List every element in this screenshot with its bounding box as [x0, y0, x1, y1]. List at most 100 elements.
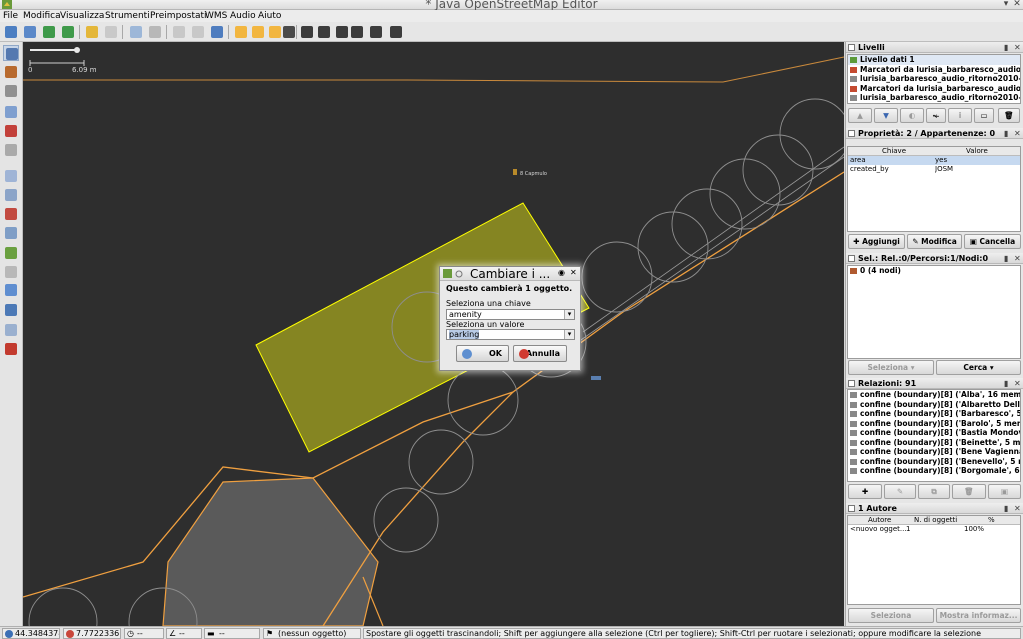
- delete-tool-icon[interactable]: [3, 123, 19, 139]
- save-icon[interactable]: [22, 24, 38, 40]
- layer-item[interactable]: Marcatori da lurisia_barbaresco_audio_ri: [848, 65, 1020, 75]
- upload-icon[interactable]: [60, 24, 76, 40]
- panel-detach-icon[interactable]: ▮: [1004, 503, 1008, 514]
- key-combo[interactable]: amenity ▾: [446, 309, 575, 320]
- menu-preimpostati[interactable]: Preimpostati: [150, 10, 207, 22]
- refresh-icon[interactable]: [209, 24, 225, 40]
- table-row[interactable]: created_by JOSM: [848, 165, 1020, 174]
- bus-icon[interactable]: [316, 24, 332, 40]
- menu-visualizza[interactable]: Visualizza: [60, 10, 104, 22]
- relations-toggle-icon[interactable]: [3, 341, 19, 357]
- table-row[interactable]: area yes: [848, 156, 1020, 165]
- preferences-icon[interactable]: [147, 24, 163, 40]
- layer-info-icon[interactable]: i: [948, 108, 972, 123]
- split-way-icon[interactable]: [171, 24, 187, 40]
- authors-toggle-icon[interactable]: [3, 302, 19, 318]
- list-item[interactable]: confine (boundary)[8] ('Barbaresco', 5 m: [848, 409, 1020, 419]
- bench-icon[interactable]: [368, 24, 384, 40]
- redo-icon[interactable]: [103, 24, 119, 40]
- layer-item[interactable]: lurisia_barbaresco_audio_ritorno2010-08: [848, 93, 1020, 103]
- move-down-icon[interactable]: ▼: [874, 108, 898, 123]
- search-button[interactable]: Cerca ▾: [936, 360, 1021, 375]
- download-icon[interactable]: [41, 24, 57, 40]
- panel-close-icon[interactable]: ✕: [1014, 42, 1021, 53]
- extrude-tool-icon[interactable]: [3, 142, 19, 158]
- list-item[interactable]: confine (boundary)[8] ('Bastia Mondovi',: [848, 428, 1020, 438]
- panel-close-icon[interactable]: ✕: [1014, 128, 1021, 139]
- panel-close-icon[interactable]: ✕: [1014, 503, 1021, 514]
- layer-item[interactable]: Marcatori da lurisia_barbaresco_audio_ri: [848, 84, 1020, 94]
- menu-strumenti[interactable]: Strumenti: [105, 10, 150, 22]
- list-item[interactable]: 0 (4 nodi): [848, 266, 1020, 276]
- select-tool-icon[interactable]: [3, 45, 19, 61]
- list-item[interactable]: confine (boundary)[8] ('Bene Vagienna',: [848, 447, 1020, 457]
- delete-button[interactable]: ▣ Cancella: [964, 234, 1021, 249]
- table-row[interactable]: <nuovo ogget... 1 100%: [848, 525, 1020, 534]
- panel-detach-icon[interactable]: ▮: [1004, 378, 1008, 389]
- panel-detach-icon[interactable]: ▮: [1004, 128, 1008, 139]
- conflict-toggle-icon[interactable]: [3, 245, 19, 261]
- layer-item[interactable]: lurisia_barbaresco_audio_ritorno2010-08: [848, 74, 1020, 84]
- add-button[interactable]: ✚ Aggiungi: [848, 234, 905, 249]
- bus-stop-icon[interactable]: [299, 24, 315, 40]
- chevron-down-icon[interactable]: ▾: [564, 330, 574, 339]
- layers-toggle-icon[interactable]: [3, 168, 19, 184]
- move-up-icon[interactable]: ▲: [848, 108, 872, 123]
- toggle-visibility-icon[interactable]: ◐: [900, 108, 924, 123]
- list-item[interactable]: confine (boundary)[8] ('Borgomale', 6 me: [848, 466, 1020, 476]
- edit-relation-icon[interactable]: ✎: [884, 484, 916, 499]
- properties-toggle-icon[interactable]: [3, 187, 19, 203]
- close-window-icon[interactable]: ✕: [1011, 0, 1023, 9]
- menu-wms[interactable]: WMS: [205, 10, 227, 22]
- menu-modifica[interactable]: Modifica: [23, 10, 61, 22]
- delete-relation-icon[interactable]: 🗑: [952, 484, 986, 499]
- list-item[interactable]: confine (boundary)[8] ('Alba', 16 membri: [848, 390, 1020, 400]
- list-item[interactable]: confine (boundary)[8] ('Benevello', 5 me: [848, 457, 1020, 467]
- merge-layer-icon[interactable]: ⤝: [926, 108, 946, 123]
- select-relation-icon[interactable]: ▣: [988, 484, 1021, 499]
- chevron-down-icon[interactable]: ▾: [564, 310, 574, 319]
- cancel-button[interactable]: Annulla: [513, 345, 567, 362]
- zoom-icon[interactable]: [128, 24, 144, 40]
- panel-minimize-icon[interactable]: [848, 380, 855, 387]
- selection-panel-title[interactable]: Sel.: Rel.:0/Percorsi:1/Nodi:0 ▮ ✕: [846, 253, 1023, 264]
- filter-toggle-icon[interactable]: [3, 322, 19, 338]
- commands-toggle-icon[interactable]: [3, 264, 19, 280]
- panel-minimize-icon[interactable]: [848, 44, 855, 51]
- ok-button[interactable]: OK: [456, 345, 509, 362]
- audio-back-icon[interactable]: [250, 24, 266, 40]
- panel-minimize-icon[interactable]: [848, 130, 855, 137]
- selection-toggle-icon[interactable]: [3, 206, 19, 222]
- edit-button[interactable]: ✎ Modifica: [907, 234, 962, 249]
- map-canvas[interactable]: 0 6.09 m 8 Capmulo: [23, 42, 844, 626]
- layer-item[interactable]: Livello dati 1: [848, 55, 1020, 65]
- list-item[interactable]: confine (boundary)[8] ('Barolo', 5 membr: [848, 419, 1020, 429]
- panel-detach-icon[interactable]: ▮: [1004, 253, 1008, 264]
- panel-close-icon[interactable]: ✕: [1014, 378, 1021, 389]
- menu-audio[interactable]: Audio: [230, 10, 256, 22]
- panel-close-icon[interactable]: ✕: [1014, 253, 1021, 264]
- menu-file[interactable]: File: [3, 10, 18, 22]
- properties-panel-title[interactable]: Proprietà: 2 / Appartenenze: 0 ▮ ✕: [846, 128, 1023, 139]
- building-icon[interactable]: [388, 24, 404, 40]
- undo-icon[interactable]: [84, 24, 100, 40]
- menu-aiuto[interactable]: Aiuto: [258, 10, 281, 22]
- audio-prev-icon[interactable]: [233, 24, 249, 40]
- layers-panel-title[interactable]: Livelli ▮ ✕: [846, 42, 1023, 53]
- value-combo[interactable]: parking ▾: [446, 329, 575, 340]
- relations-panel-title[interactable]: Relazioni: 91 ▮ ✕: [846, 378, 1023, 389]
- hand-icon[interactable]: [281, 24, 297, 40]
- measure-tool-icon[interactable]: [3, 83, 19, 99]
- zoom-tool-icon[interactable]: [3, 104, 19, 120]
- show-info-button[interactable]: Mostra informaz...: [936, 608, 1021, 623]
- open-file-icon[interactable]: [3, 24, 19, 40]
- crossing-icon[interactable]: [349, 24, 365, 40]
- delete-layer-icon[interactable]: 🗑: [998, 108, 1020, 123]
- list-item[interactable]: confine (boundary)[8] ('Beinette', 5 mem: [848, 438, 1020, 448]
- combine-way-icon[interactable]: [190, 24, 206, 40]
- panel-minimize-icon[interactable]: [848, 255, 855, 262]
- shelter-icon[interactable]: [334, 24, 350, 40]
- dialog-minimize-icon[interactable]: ◉: [558, 268, 565, 277]
- duplicate-relation-icon[interactable]: ⧉: [918, 484, 950, 499]
- panel-detach-icon[interactable]: ▮: [1004, 42, 1008, 53]
